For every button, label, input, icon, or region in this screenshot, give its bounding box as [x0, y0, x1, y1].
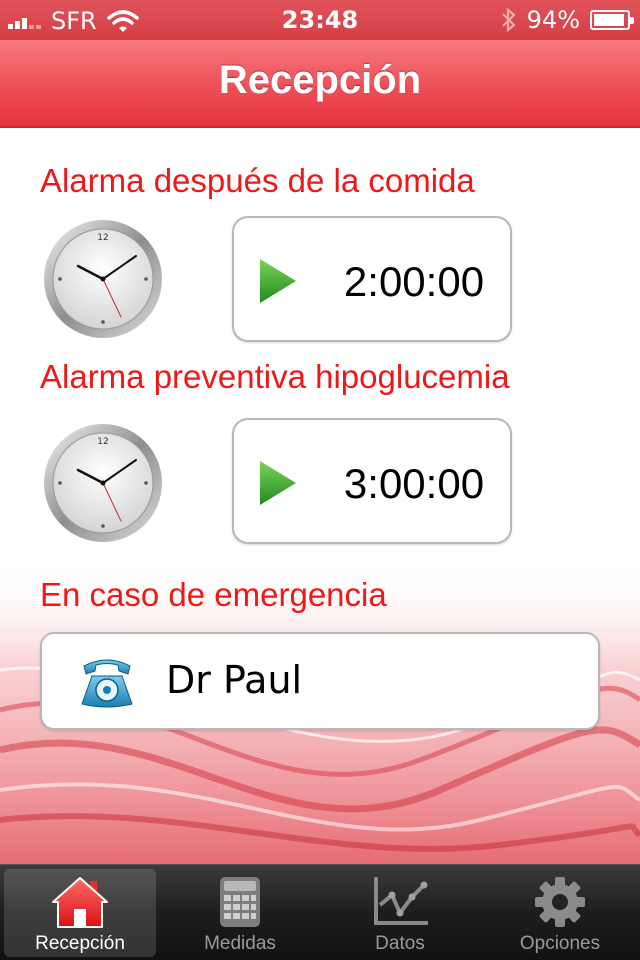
bluetooth-icon	[501, 7, 516, 33]
emergency-label: En caso de emergencia	[40, 576, 387, 613]
page-title: Recepción	[218, 58, 422, 102]
tab-datos[interactable]: Datos	[324, 869, 476, 957]
chart-icon	[374, 877, 428, 925]
tab-label: Datos	[375, 933, 425, 954]
clock-icon: 12	[44, 424, 162, 542]
phone-icon	[81, 659, 133, 708]
tab-label: Recepción	[35, 933, 125, 954]
battery-percent: 94%	[526, 6, 580, 34]
battery-fill	[594, 14, 625, 26]
tab-recepcion[interactable]: Recepción	[4, 869, 156, 957]
status-right: 94%	[501, 6, 634, 34]
gear-icon	[535, 877, 585, 927]
play-icon	[260, 259, 296, 303]
svg-text:12: 12	[97, 437, 108, 447]
alarm-timer-button[interactable]: 3:00:00	[232, 418, 512, 544]
clock-icon: 12	[44, 220, 162, 338]
emergency-contact-button[interactable]: Dr Paul	[40, 632, 600, 730]
timer-value: 3:00:00	[343, 460, 485, 507]
tab-opciones[interactable]: Opciones	[484, 869, 636, 957]
calculator-icon	[220, 877, 260, 927]
alarm-label: Alarma preventiva hipoglucemia	[40, 358, 510, 395]
battery-icon	[590, 10, 634, 30]
home-icon	[52, 877, 108, 928]
tab-label: Opciones	[519, 933, 601, 954]
alarm-label: Alarma después de la comida	[40, 162, 475, 199]
play-icon	[260, 461, 296, 505]
tab-bar: Recepción Medidas Datos Opciones	[0, 864, 640, 960]
contact-name: Dr Paul	[166, 658, 303, 702]
svg-text:12: 12	[97, 233, 108, 243]
timer-value: 2:00:00	[343, 258, 485, 305]
tab-medidas[interactable]: Medidas	[164, 869, 316, 957]
nav-bar: Recepción	[0, 40, 640, 128]
status-bar: SFR 23:48 94%	[0, 0, 640, 40]
alarm-timer-button[interactable]: 2:00:00	[232, 216, 512, 342]
tab-label: Medidas	[204, 933, 276, 954]
